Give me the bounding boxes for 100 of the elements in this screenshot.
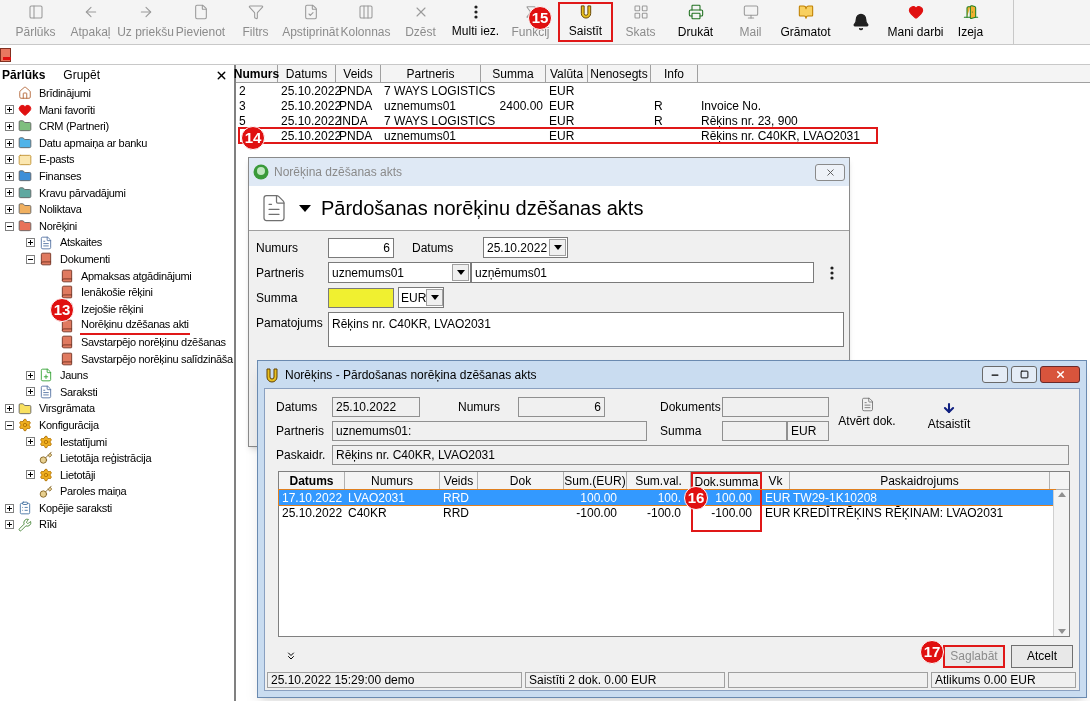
tree-item[interactable]: Norēķinu dzēšanas akti: [80, 316, 190, 335]
tree-item[interactable]: Kopējie saraksti: [38, 499, 113, 517]
amount-field[interactable]: [328, 287, 394, 308]
toolbar-button[interactable]: Saistīt: [558, 2, 613, 42]
column-header[interactable]: Info: [651, 65, 698, 82]
caret-icon[interactable]: [299, 204, 311, 212]
dialog-button[interactable]: Atcelt: [1011, 644, 1073, 668]
expander-icon[interactable]: [5, 105, 14, 115]
tree-item[interactable]: Paroles maiņa: [59, 483, 128, 500]
currency-combo[interactable]: EUR: [398, 287, 444, 308]
toolbar-button[interactable]: Multi iez.: [448, 2, 503, 42]
tree-item[interactable]: Jauns: [59, 367, 89, 384]
document-field[interactable]: [722, 396, 829, 417]
list-icon: [39, 235, 53, 250]
description-field[interactable]: Rēķins nr. C40KR, LVAO2031: [332, 444, 1069, 465]
tree-item[interactable]: Lietotāja reģistrācija: [59, 450, 153, 467]
expander-icon[interactable]: [26, 254, 35, 264]
tree-item[interactable]: Lietotāji: [59, 466, 97, 484]
panel-tab[interactable]: Grupēt: [63, 66, 101, 84]
open-document-button[interactable]: Atvērt dok.: [839, 397, 895, 440]
tree-item[interactable]: Atskaites: [59, 234, 103, 251]
column-header[interactable]: Summa: [481, 65, 546, 82]
expand-icon[interactable]: [285, 650, 297, 662]
expander-icon[interactable]: [26, 370, 35, 380]
column-header[interactable]: Valūta: [546, 65, 588, 82]
column-header[interactable]: Partneris: [381, 65, 481, 82]
field-label: Datums: [276, 398, 319, 416]
toolbar-button[interactable]: Grāmatot: [778, 2, 833, 42]
dropdown-button[interactable]: [452, 264, 469, 281]
tree-item[interactable]: CRM (Partneri): [38, 118, 110, 135]
expander-icon[interactable]: [5, 171, 14, 181]
partner-name-field[interactable]: uzņēmums01: [471, 262, 814, 283]
unlink-button[interactable]: Atsaistīt: [919, 397, 979, 440]
column-header[interactable]: Numurs: [236, 65, 278, 82]
expander-icon[interactable]: [5, 404, 14, 414]
tree-item[interactable]: Noliktava: [38, 201, 83, 218]
tree-item[interactable]: Datu apmaiņa ar banku: [38, 134, 149, 152]
toolbar-button[interactable]: Izeja: [943, 2, 998, 42]
maximize-button[interactable]: [1011, 366, 1037, 383]
number-field[interactable]: 6: [518, 396, 605, 417]
folder-icon: [18, 119, 32, 134]
expander-icon[interactable]: [5, 155, 14, 165]
tree-item[interactable]: Rīki: [38, 516, 58, 533]
number-field[interactable]: 6: [328, 237, 394, 258]
close-button[interactable]: [1040, 366, 1080, 383]
tree-item[interactable]: E-pasts: [38, 151, 76, 168]
currency-field[interactable]: EUR: [787, 420, 829, 441]
column-header[interactable]: Datums: [278, 65, 336, 82]
expander-icon[interactable]: [26, 238, 35, 248]
tree-item[interactable]: Iestatījumi: [59, 433, 108, 450]
grid-cell-text: RRD: [443, 489, 469, 507]
status-panel: Atlikums 0.00 EUR: [931, 672, 1076, 688]
tools-icon: [18, 517, 32, 532]
dropdown-button[interactable]: [549, 239, 566, 256]
tree-item[interactable]: Dokumenti: [59, 251, 111, 268]
tree-item[interactable]: Savstarpējo norēķinu dzēšanas: [80, 333, 227, 351]
tree-item[interactable]: Konfigurācija: [38, 416, 100, 434]
expander-icon[interactable]: [5, 221, 14, 231]
expander-icon[interactable]: [5, 204, 14, 214]
expander-icon[interactable]: [26, 470, 35, 480]
toolbar-button[interactable]: Mani darbi: [888, 2, 943, 42]
toolbar-button[interactable]: Drukāt: [668, 2, 723, 42]
expander-icon[interactable]: [5, 122, 14, 131]
expander-icon[interactable]: [26, 387, 35, 397]
expander-icon[interactable]: [5, 520, 14, 530]
tree-item[interactable]: Izejošie rēķini: [80, 300, 145, 318]
grid-cell-text: EUR: [765, 504, 791, 522]
document-icon[interactable]: [0, 47, 12, 62]
expander-icon[interactable]: [5, 420, 14, 430]
monitor-icon: [742, 3, 759, 20]
date-field[interactable]: 25.10.2022: [483, 237, 568, 258]
scroll-down-icon[interactable]: [1057, 629, 1066, 634]
tree-item[interactable]: Finanses: [38, 168, 83, 185]
expander-icon[interactable]: [5, 188, 14, 198]
panel-tab[interactable]: Pārlūks: [2, 66, 46, 84]
tree-item[interactable]: Ienākošie rēķini: [80, 284, 154, 301]
tree-item[interactable]: Apmaksas atgādinājumi: [80, 267, 193, 285]
tree-item[interactable]: Mani favorīti: [38, 101, 96, 119]
tree-item[interactable]: Savstarpējo norēķinu salīdzināša: [80, 350, 234, 368]
expander-icon[interactable]: [5, 503, 14, 513]
scroll-up-icon[interactable]: [1057, 492, 1066, 497]
column-header[interactable]: Nenosegts: [588, 65, 651, 82]
column-header[interactable]: Veids: [336, 65, 381, 82]
more-icon[interactable]: [830, 265, 834, 280]
partner-combo[interactable]: uznemums01: [328, 262, 471, 283]
expander-icon[interactable]: [5, 138, 14, 148]
dropdown-button[interactable]: [426, 289, 444, 306]
tree-item[interactable]: Virsgrāmata: [38, 400, 96, 417]
date-field[interactable]: 25.10.2022: [332, 396, 420, 417]
partner-field[interactable]: uznemums01:: [332, 420, 647, 441]
tree-item[interactable]: Saraksti: [59, 383, 99, 401]
tree-item[interactable]: Norēķini: [38, 217, 78, 235]
table-cell: INDA: [339, 113, 368, 128]
expander-icon[interactable]: [26, 437, 35, 447]
minimize-button[interactable]: [982, 366, 1008, 383]
tree-item[interactable]: Brīdinājumi: [38, 85, 92, 102]
reason-field[interactable]: Rēķins nr. C40KR, LVAO2031: [328, 312, 844, 347]
scrollbar[interactable]: [1053, 490, 1069, 636]
tree-item[interactable]: Kravu pārvadājumi: [38, 184, 127, 202]
amount-field[interactable]: [722, 420, 787, 441]
